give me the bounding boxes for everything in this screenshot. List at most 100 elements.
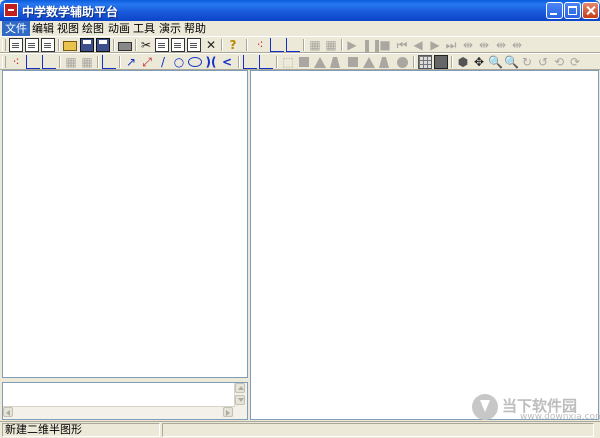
new-icon[interactable] <box>9 38 23 52</box>
point-plot-icon[interactable]: ⁖ <box>253 38 267 52</box>
toolbar-separator <box>246 39 248 51</box>
function-plot-icon[interactable] <box>286 38 300 52</box>
toolbar-separator <box>59 56 61 68</box>
move-icon[interactable]: ✥ <box>472 55 486 69</box>
zoom-in-icon[interactable]: 🔍 <box>488 55 503 69</box>
app-icon[interactable] <box>4 3 18 17</box>
download-icon <box>472 394 498 420</box>
standard-toolbar: ✂ ✕ ? ⁖ ▦ ▦ ▶ ❚❚ ■ ⏮ ◀ ▶ ⏭ ⇹ ⇹ ⇹ ⇹ <box>0 36 600 53</box>
graph-disabled-icon: ▦ <box>81 55 93 69</box>
toolbar-separator <box>341 39 343 51</box>
title-bar[interactable]: 中学数学辅助平台 <box>0 0 600 21</box>
menu-tools[interactable]: 工具 <box>130 21 158 36</box>
scroll-up-icon[interactable] <box>235 383 245 393</box>
polygon-icon[interactable]: ⬢ <box>456 55 470 69</box>
toolbar-separator <box>303 39 305 51</box>
toolbar-separator <box>451 56 453 68</box>
first-icon: ⏮ <box>396 38 408 52</box>
rotate-icon: ⟲ <box>553 55 565 69</box>
toolbar-grip[interactable] <box>2 39 6 51</box>
vertical-scrollbar[interactable] <box>234 383 247 419</box>
zoom-axes-icon[interactable] <box>42 55 56 69</box>
toolbar-separator <box>135 39 137 51</box>
frustum-icon <box>379 57 389 68</box>
drawing-toolbar: ⁖ ▦ ▦ ↗ ⤢ / ○ )( < ⬚ ⬢ ✥ 🔍 🔍 ↻ ↺ ⟲ ⟳ <box>0 53 600 70</box>
toolbar-separator <box>119 56 121 68</box>
zoom-out-icon[interactable]: 🔍 <box>504 55 519 69</box>
new-icon[interactable] <box>25 38 39 52</box>
points-icon[interactable]: ⁖ <box>9 55 23 69</box>
line-icon[interactable]: / <box>156 55 170 69</box>
toolbar-separator <box>113 39 115 51</box>
prism-icon <box>348 57 358 67</box>
axis-3d-icon[interactable] <box>259 55 273 69</box>
axes-icon[interactable] <box>26 55 40 69</box>
scroll-left-icon[interactable] <box>3 407 13 417</box>
command-area <box>2 378 248 420</box>
step-icon: ⇹ <box>511 38 523 52</box>
close-button[interactable] <box>582 2 599 19</box>
print-icon[interactable] <box>118 42 132 51</box>
menu-view[interactable]: 视图 <box>54 21 82 36</box>
paste-icon[interactable] <box>171 38 185 52</box>
window-title: 中学数学辅助平台 <box>22 5 119 19</box>
save-icon[interactable] <box>80 38 94 52</box>
vector-icon[interactable]: ↗ <box>124 55 138 69</box>
toolbar-grip[interactable] <box>2 56 6 68</box>
menu-bar: 文件 编辑 视图 绘图 动画 工具 演示 帮助 <box>0 21 600 36</box>
frustum-icon <box>330 57 340 68</box>
step-icon: ⇹ <box>462 38 474 52</box>
grid-icon[interactable] <box>418 55 432 69</box>
scroll-right-icon[interactable] <box>223 407 233 417</box>
watermark: 当下软件园 www.downxia.com <box>472 394 600 422</box>
rotate-icon: ↺ <box>537 55 549 69</box>
horizontal-scrollbar[interactable] <box>3 406 235 419</box>
save-as-icon[interactable] <box>96 38 110 52</box>
cone-icon <box>314 57 326 68</box>
menu-animate[interactable]: 动画 <box>105 21 133 36</box>
menu-help[interactable]: 帮助 <box>181 21 209 36</box>
axis-2d-icon[interactable] <box>243 55 257 69</box>
ellipse-icon[interactable] <box>188 57 202 67</box>
new-icon[interactable] <box>41 38 55 52</box>
rotate-icon: ⟳ <box>569 55 581 69</box>
object-list-panel[interactable] <box>2 70 248 378</box>
menu-file[interactable]: 文件 <box>2 21 30 36</box>
command-input[interactable] <box>2 382 248 420</box>
toolbar-separator <box>97 56 99 68</box>
minimize-button[interactable] <box>546 2 563 19</box>
menu-edit[interactable]: 编辑 <box>29 21 57 36</box>
sphere-icon <box>397 57 408 68</box>
circle-icon[interactable]: ○ <box>172 55 186 69</box>
next-icon: ▶ <box>430 38 440 52</box>
menu-present[interactable]: 演示 <box>156 21 184 36</box>
cylinder-icon <box>299 57 309 67</box>
coordinate-icon[interactable] <box>102 55 116 69</box>
parabola-icon[interactable]: < <box>220 55 234 69</box>
menu-draw[interactable]: 绘图 <box>79 21 107 36</box>
function-plot-icon[interactable] <box>270 38 284 52</box>
toolbar-separator <box>221 39 223 51</box>
cube-icon: ⬚ <box>282 55 294 69</box>
paste-icon[interactable] <box>187 38 201 52</box>
delete-icon[interactable]: ✕ <box>204 38 218 52</box>
rotate-icon: ↻ <box>521 55 533 69</box>
copy-icon[interactable] <box>155 38 169 52</box>
prev-icon: ◀ <box>413 38 423 52</box>
open-folder-icon[interactable] <box>63 41 77 51</box>
graph-disabled-icon: ▦ <box>65 55 77 69</box>
toolbar-separator <box>238 56 240 68</box>
segment-points-icon[interactable]: ⤢ <box>140 55 154 69</box>
graph-disabled-icon: ▦ <box>309 38 321 52</box>
pyramid-icon <box>363 57 375 68</box>
step-icon: ⇹ <box>495 38 507 52</box>
scroll-down-icon[interactable] <box>235 395 245 405</box>
maximize-button[interactable] <box>564 2 581 19</box>
hyperbola-icon[interactable]: )( <box>204 55 218 69</box>
drawing-canvas[interactable] <box>250 70 599 420</box>
help-icon[interactable]: ? <box>226 38 240 52</box>
status-text: 新建二维半图形 <box>2 423 160 437</box>
calculator-icon[interactable] <box>434 55 448 69</box>
cut-icon[interactable]: ✂ <box>139 38 153 52</box>
graph-disabled-icon: ▦ <box>325 38 337 52</box>
